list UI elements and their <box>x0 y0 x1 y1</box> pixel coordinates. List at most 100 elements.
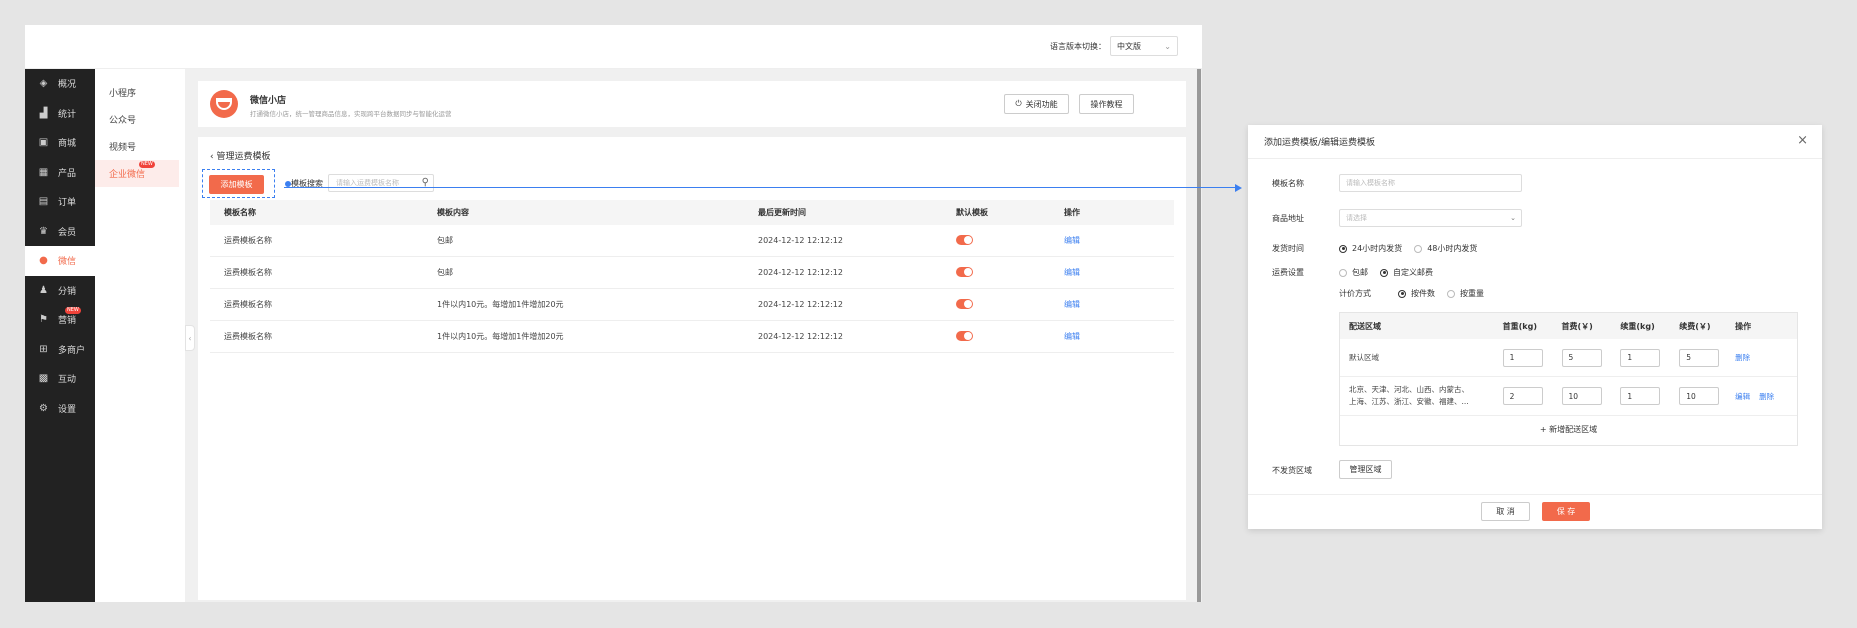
default-toggle[interactable] <box>956 266 973 277</box>
subnav-item-official-account[interactable]: 公众号 <box>95 106 179 133</box>
ship-time-label: 发货时间 <box>1272 244 1304 253</box>
extra-weight-input[interactable]: 1 <box>1620 348 1661 367</box>
address-select[interactable]: 请选择 ⌄ <box>1339 209 1522 227</box>
close-feature-button[interactable]: ⏻ 关闭功能 <box>1004 94 1069 114</box>
by-piece-radio[interactable]: 按件数 <box>1398 288 1435 299</box>
sidebar-item-stats[interactable]: ▟ 统计 <box>25 99 95 129</box>
cancel-button[interactable]: 取 消 <box>1481 502 1530 521</box>
column-header: 首费(￥) <box>1561 321 1593 331</box>
extra-fee-input[interactable]: 10 <box>1679 387 1720 405</box>
chevron-down-icon: ⌄ <box>1164 41 1171 51</box>
shop-info-card: 微信小店 打通微信小店，统一管理商品信息，实现跨平台数据同步与智能化运营 ⏻ 关闭… <box>198 81 1186 127</box>
template-name-label: 模板名称 <box>1272 179 1304 188</box>
add-delivery-area-button[interactable]: + 新增配送区域 <box>1340 416 1797 443</box>
language-select[interactable]: 中文版 ⌄ <box>1110 36 1178 56</box>
sidebar-item-members[interactable]: ♛ 会员 <box>25 217 95 247</box>
edit-link[interactable]: 编辑 <box>1735 392 1750 401</box>
table-row: 默认区域 1 5 1 5 删除 <box>1340 339 1797 377</box>
free-shipping-radio[interactable]: 包邮 <box>1339 267 1368 278</box>
scrollbar[interactable] <box>1197 69 1201 602</box>
subnav-item-channels[interactable]: 视频号 <box>95 133 179 160</box>
sidebar-item-marketing[interactable]: ⚑ 营销 NEW <box>25 305 95 335</box>
search-input[interactable]: 请输入运费模板名称 ⚲ <box>328 174 434 192</box>
template-name: 运费模板名称 <box>224 268 272 277</box>
shop-icon: ⊞ <box>39 343 48 355</box>
updated-time: 2024-12-12 12:12:12 <box>758 332 843 341</box>
template-table: 模板名称 模板内容 最后更新时间 默认模板 操作 运费模板名称 包邮 2024-… <box>210 200 1174 353</box>
custom-fee-radio[interactable]: 自定义邮费 <box>1380 267 1433 278</box>
sidebar-item-orders[interactable]: ▤ 订单 <box>25 187 95 217</box>
subnav-item-miniprogram[interactable]: 小程序 <box>95 79 179 106</box>
dialog-title: 添加运费模板/编辑运费模板 <box>1264 138 1376 148</box>
column-header: 续重(kg) <box>1620 321 1655 331</box>
shipping-template-dialog: 添加运费模板/编辑运费模板 × 模板名称 请输入模板名称 商品地址 请选择 ⌄ 发… <box>1248 125 1822 529</box>
template-name-placeholder: 请输入模板名称 <box>1346 179 1395 187</box>
manage-area-button[interactable]: 管理区域 <box>1339 460 1392 479</box>
column-header: 操作 <box>1735 321 1752 331</box>
collapse-sidebar-button[interactable]: ‹ <box>185 325 195 351</box>
sidebar-item-distribution[interactable]: ♟ 分销 <box>25 276 95 306</box>
sidebar-item-wechat[interactable]: ● 微信 <box>25 246 95 276</box>
save-button[interactable]: 保 存 <box>1542 502 1590 521</box>
edit-link[interactable]: 编辑 <box>1064 299 1174 310</box>
edit-link[interactable]: 编辑 <box>1064 331 1174 342</box>
sidebar-item-label: 设置 <box>58 404 77 415</box>
delete-link[interactable]: 删除 <box>1735 353 1750 362</box>
radio-checked-icon <box>1339 244 1347 253</box>
extra-fee-input[interactable]: 5 <box>1679 348 1720 367</box>
sidebar-item-label: 订单 <box>58 198 77 209</box>
ship-48h-radio[interactable]: 48小时内发货 <box>1414 243 1477 254</box>
default-toggle[interactable] <box>956 234 973 245</box>
first-weight-input[interactable]: 2 <box>1502 387 1543 405</box>
sidebar-item-label: 商城 <box>58 139 77 150</box>
table-row: 北京、天津、河北、山西、内蒙古、 上海、江苏、浙江、安徽、福建、... 2 10… <box>1340 377 1797 416</box>
sidebar-item-label: 营销 <box>58 316 77 327</box>
power-icon: ⏻ <box>1015 99 1022 108</box>
edit-link[interactable]: 编辑 <box>1064 267 1174 278</box>
column-header: 模板内容 <box>437 208 469 217</box>
sidebar-item-multistore[interactable]: ⊞ 多商户 <box>25 335 95 365</box>
language-switcher: 语言版本切换： 中文版 ⌄ <box>1050 36 1178 56</box>
table-row: 运费模板名称 包邮 2024-12-12 12:12:12 编辑 <box>210 225 1174 257</box>
default-toggle[interactable] <box>956 298 973 309</box>
fee-options: 包邮 自定义邮费 <box>1339 267 1445 278</box>
area-list: 北京、天津、河北、山西、内蒙古、 上海、江苏、浙江、安徽、福建、... <box>1340 384 1503 408</box>
users-icon: ♟ <box>39 284 48 296</box>
ship-time-options: 24小时内发货 48小时内发货 <box>1339 243 1489 254</box>
sidebar-item-mall[interactable]: ▣ 商城 <box>25 128 95 158</box>
new-badge: NEW <box>65 307 81 314</box>
edit-link[interactable]: 编辑 <box>1064 235 1174 246</box>
first-weight-input[interactable]: 1 <box>1502 348 1543 367</box>
ship-24h-radio[interactable]: 24小时内发货 <box>1339 243 1402 254</box>
close-icon[interactable]: × <box>1797 133 1808 148</box>
radio-icon <box>1447 289 1455 298</box>
extra-weight-input[interactable]: 1 <box>1620 387 1661 405</box>
sidebar-item-settings[interactable]: ⚙ 设置 <box>25 394 95 424</box>
custom-fee-label: 自定义邮费 <box>1393 268 1433 277</box>
sidebar-item-label: 分销 <box>58 286 77 297</box>
column-header: 操作 <box>1064 208 1080 217</box>
ship-24h-label: 24小时内发货 <box>1352 244 1403 253</box>
sidebar-item-overview[interactable]: ◈ 概况 <box>25 69 95 99</box>
sidebar-item-interaction[interactable]: ▩ 互动 <box>25 364 95 394</box>
dialog-footer: 取 消 保 存 <box>1248 494 1822 529</box>
first-fee-input[interactable]: 5 <box>1561 348 1602 367</box>
template-name-input[interactable]: 请输入模板名称 <box>1339 174 1522 192</box>
add-template-button[interactable]: 添加模板 <box>209 175 264 194</box>
first-fee-input[interactable]: 10 <box>1561 387 1602 405</box>
app-window: 语言版本切换： 中文版 ⌄ ◈ 概况 ▟ 统计 ▣ 商城 ▦ 产品 ▤ 订单 ♛ 会员 ● 微… <box>25 25 1202 602</box>
template-content: 1件以内10元。每增加1件增加20元 <box>437 332 564 341</box>
chevron-down-icon: ⌄ <box>1510 214 1516 222</box>
column-header: 模板名称 <box>224 208 256 217</box>
column-header: 续费(￥) <box>1679 321 1711 331</box>
subnav-item-wecom[interactable]: 企业微信 NEW <box>95 160 179 187</box>
table-row: 运费模板名称 1件以内10元。每增加1件增加20元 2024-12-12 12:… <box>210 321 1174 353</box>
tutorial-button[interactable]: 操作教程 <box>1079 94 1134 114</box>
radio-checked-icon <box>1380 268 1388 277</box>
back-link[interactable]: ‹ 管理运费模板 <box>210 149 270 162</box>
default-toggle[interactable] <box>956 330 973 341</box>
column-header: 配送区域 <box>1349 321 1381 331</box>
sidebar-item-products[interactable]: ▦ 产品 <box>25 158 95 188</box>
by-weight-radio[interactable]: 按重量 <box>1447 288 1484 299</box>
delete-link[interactable]: 删除 <box>1759 392 1774 401</box>
